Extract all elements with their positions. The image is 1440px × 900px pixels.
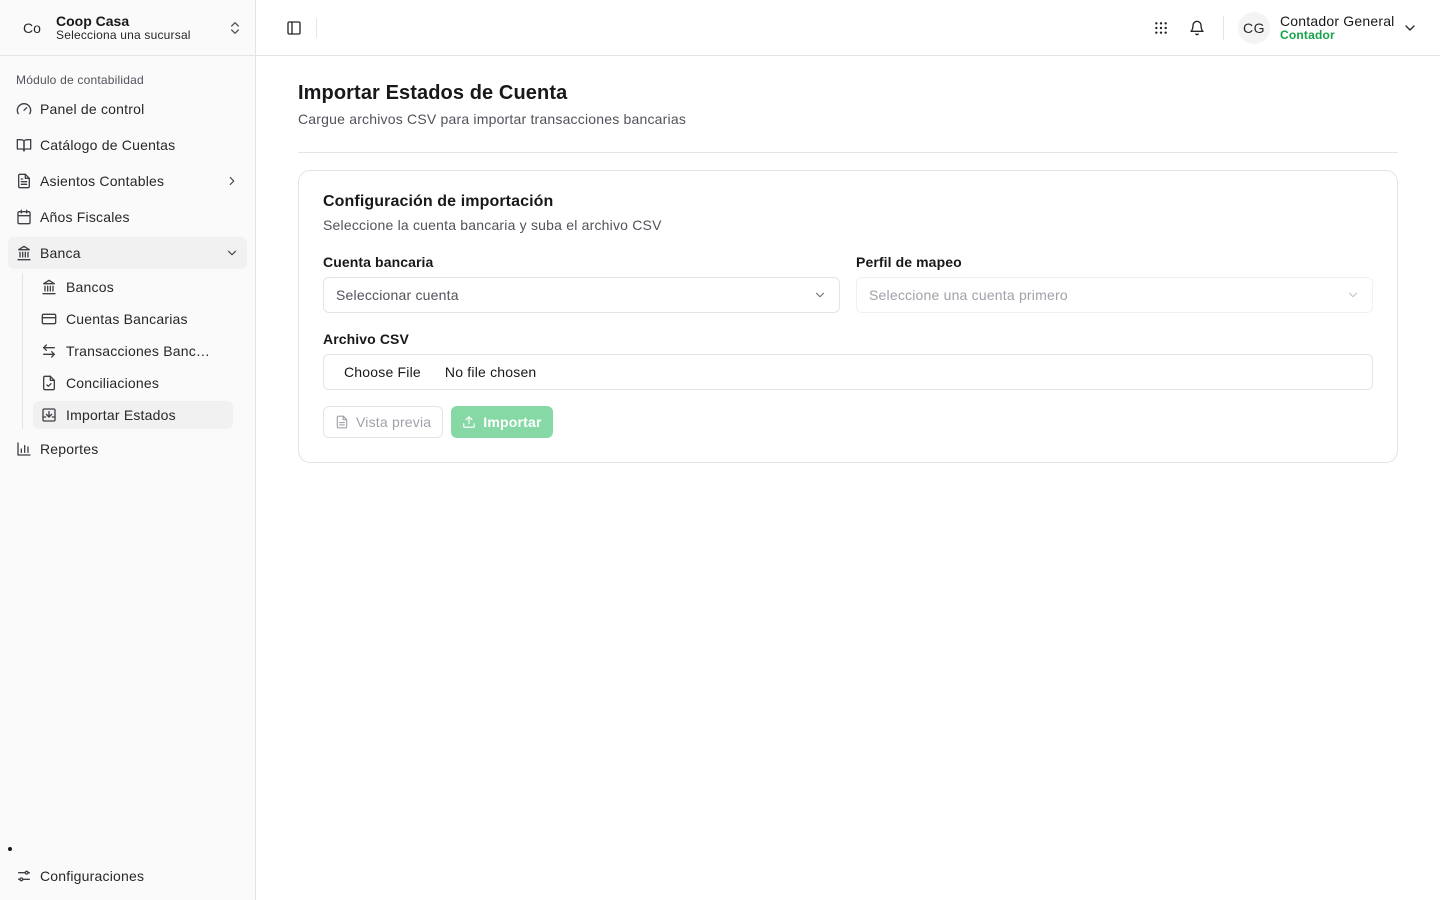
sidebar-footer: Configuraciones <box>8 860 247 896</box>
sidebar-subitem-conciliaciones[interactable]: Conciliaciones <box>33 369 233 397</box>
chevrons-up-down-icon <box>231 21 239 34</box>
sidebar-section-label: Módulo de contabilidad <box>16 73 144 87</box>
sidebar-item-label: Configuraciones <box>40 868 145 884</box>
topbar-divider <box>316 17 317 38</box>
user-name: Contador General <box>1280 12 1395 29</box>
chevron-down-icon <box>1405 24 1415 31</box>
upload-icon <box>463 416 476 428</box>
mapping-profile-label: Perfil de mapeo <box>856 254 962 270</box>
org-text: Coop Casa Selecciona una sucursal <box>56 13 227 43</box>
divider <box>298 152 1398 153</box>
sidebar-item-label: Años Fiscales <box>40 209 130 225</box>
sidebar: Co Coop Casa Selecciona una sucursal Mód… <box>0 0 256 900</box>
bank-account-field: Cuenta bancaria Seleccionar cuenta <box>323 254 840 313</box>
topbar: CG Contador General Contador <box>256 0 1440 56</box>
import-button[interactable]: Importar <box>451 406 553 438</box>
sidebar-item-configuraciones[interactable]: Configuraciones <box>8 860 247 892</box>
sidebar-subitem-cuentas-bancarias[interactable]: Cuentas Bancarias <box>33 305 233 333</box>
calendar-icon <box>17 209 31 225</box>
sidebar-item-asientos-contables[interactable]: Asientos Contables <box>8 165 247 197</box>
csv-file-label: Archivo CSV <box>323 331 409 347</box>
main-area: CG Contador General Contador Importar Es… <box>256 0 1440 900</box>
form-actions: Vista previa Importar <box>323 406 1373 438</box>
apps-button[interactable] <box>1147 14 1175 42</box>
user-text: Contador General Contador <box>1280 13 1396 43</box>
sidebar-item-anos-fiscales[interactable]: Años Fiscales <box>8 201 247 233</box>
sidebar-subitem-bancos[interactable]: Bancos <box>33 273 233 301</box>
app-root: Co Coop Casa Selecciona una sucursal Mód… <box>0 0 1440 900</box>
bell-icon <box>1190 20 1204 35</box>
sidebar-item-panel-de-control[interactable]: Panel de control <box>8 93 247 125</box>
subitem-label: Bancos <box>66 279 114 295</box>
sidebar-item-label: Banca <box>40 245 81 261</box>
subitem-label: Cuentas Bancarias <box>66 311 188 327</box>
select-row: Cuenta bancaria Seleccionar cuenta Perfi… <box>323 254 1373 313</box>
org-switcher[interactable]: Co Coop Casa Selecciona una sucursal <box>0 0 255 56</box>
file-status: No file chosen <box>444 364 537 380</box>
sidebar-item-label: Catálogo de Cuentas <box>40 137 176 153</box>
bank-account-label: Cuenta bancaria <box>323 254 434 270</box>
file-text-icon <box>336 415 348 429</box>
preview-button[interactable]: Vista previa <box>323 406 444 438</box>
topbar-divider <box>1223 15 1224 40</box>
subitem-label: Importar Estados <box>66 407 176 423</box>
sidebar-item-reportes[interactable]: Reportes <box>8 433 247 465</box>
import-icon <box>42 408 56 422</box>
sidebar-item-label: Reportes <box>40 441 99 457</box>
user-menu[interactable]: CG Contador General Contador <box>1238 11 1418 44</box>
panel-left-icon <box>287 20 301 35</box>
landmark-icon <box>17 245 31 261</box>
notifications-button[interactable] <box>1183 14 1211 42</box>
sidebar-subitem-importar-estados[interactable]: Importar Estados <box>33 401 233 429</box>
mapping-profile-select[interactable]: Seleccione una cuenta primero <box>856 277 1373 313</box>
csv-file-field: Archivo CSV Choose File No file chosen <box>323 331 1373 390</box>
card-title: Configuración de importación <box>323 193 554 210</box>
sidebar-nav: Panel de control Catálogo de Cuentas Asi… <box>0 93 255 465</box>
choose-file-button[interactable]: Choose File <box>344 364 421 380</box>
page-content: Importar Estados de Cuenta Cargue archiv… <box>256 56 1440 463</box>
file-check-icon <box>43 375 55 391</box>
import-button-label: Importar <box>483 414 542 430</box>
preview-button-label: Vista previa <box>356 414 432 430</box>
credit-card-icon <box>41 313 57 325</box>
user-role: Contador <box>1280 27 1335 42</box>
sidebar-item-label: Panel de control <box>40 101 145 117</box>
org-subtitle: Selecciona una sucursal <box>56 27 191 42</box>
chevron-down-icon <box>227 250 237 256</box>
mapping-profile-select-value: Seleccione una cuenta primero <box>869 287 1068 303</box>
org-name: Coop Casa <box>56 12 130 29</box>
sidebar-subitem-transacciones-bancarias[interactable]: Transacciones Bancarias <box>33 337 233 365</box>
banca-subnav: Bancos Cuentas Bancarias Transacciones B… <box>22 273 233 429</box>
sidebar-item-catalogo-de-cuentas[interactable]: Catálogo de Cuentas <box>8 129 247 161</box>
chevron-right-icon <box>229 176 235 186</box>
subitem-label: Conciliaciones <box>66 375 160 391</box>
landmark-icon <box>42 279 56 295</box>
sidebar-item-banca[interactable]: Banca <box>8 237 247 269</box>
org-avatar: Co <box>23 19 41 36</box>
gauge-icon <box>16 103 32 115</box>
card-subtitle: Seleccione la cuenta bancaria y suba el … <box>323 217 662 233</box>
subitem-label: Transacciones Bancarias <box>66 343 216 359</box>
page-title: Importar Estados de Cuenta <box>298 82 568 104</box>
arrows-left-right-icon <box>43 344 55 358</box>
grid-dots-icon <box>1155 21 1167 34</box>
csv-file-input[interactable]: Choose File No file chosen <box>323 354 1373 390</box>
chevron-down-icon <box>1348 292 1358 298</box>
sidebar-toggle-button[interactable] <box>280 14 308 42</box>
bank-account-select[interactable]: Seleccionar cuenta <box>323 277 840 313</box>
bank-account-select-value: Seleccionar cuenta <box>336 287 459 303</box>
chevron-down-icon <box>815 292 825 298</box>
bar-chart-icon <box>17 442 31 456</box>
avatar: CG <box>1238 11 1270 44</box>
file-text-icon <box>18 173 30 189</box>
sliders-icon <box>18 870 30 882</box>
import-config-card: Configuración de importación Seleccione … <box>298 170 1398 463</box>
mapping-profile-field: Perfil de mapeo Seleccione una cuenta pr… <box>856 254 1373 313</box>
book-open-icon <box>16 139 32 152</box>
page-subtitle: Cargue archivos CSV para importar transa… <box>298 111 687 127</box>
sidebar-dot <box>8 847 12 851</box>
sidebar-item-label: Asientos Contables <box>40 173 165 189</box>
